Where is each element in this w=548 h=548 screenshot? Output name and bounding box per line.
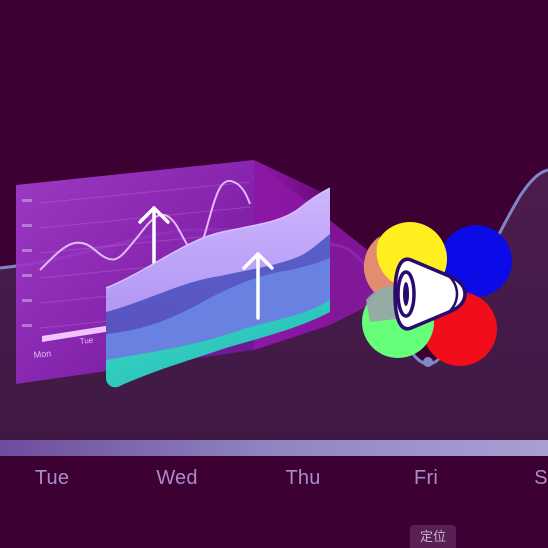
locate-button[interactable]: 定位 — [410, 525, 456, 548]
day-label-tue: Tue — [34, 467, 70, 489]
illustration: Mon Tue — [0, 0, 548, 548]
back-chart-x-label-tue: Tue — [79, 336, 94, 346]
background-chart-point — [423, 357, 433, 367]
day-label-sat-partial: S — [534, 467, 548, 489]
day-label-thu: Thu — [285, 467, 321, 489]
timeline-bar — [0, 440, 548, 456]
back-chart-x-label-mon: Mon — [33, 348, 51, 360]
day-label-wed: Wed — [156, 467, 198, 489]
scene: Mon Tue Tue Wed Thu Fri S 定位 — [0, 0, 548, 548]
day-label-fri: Fri — [414, 467, 438, 489]
